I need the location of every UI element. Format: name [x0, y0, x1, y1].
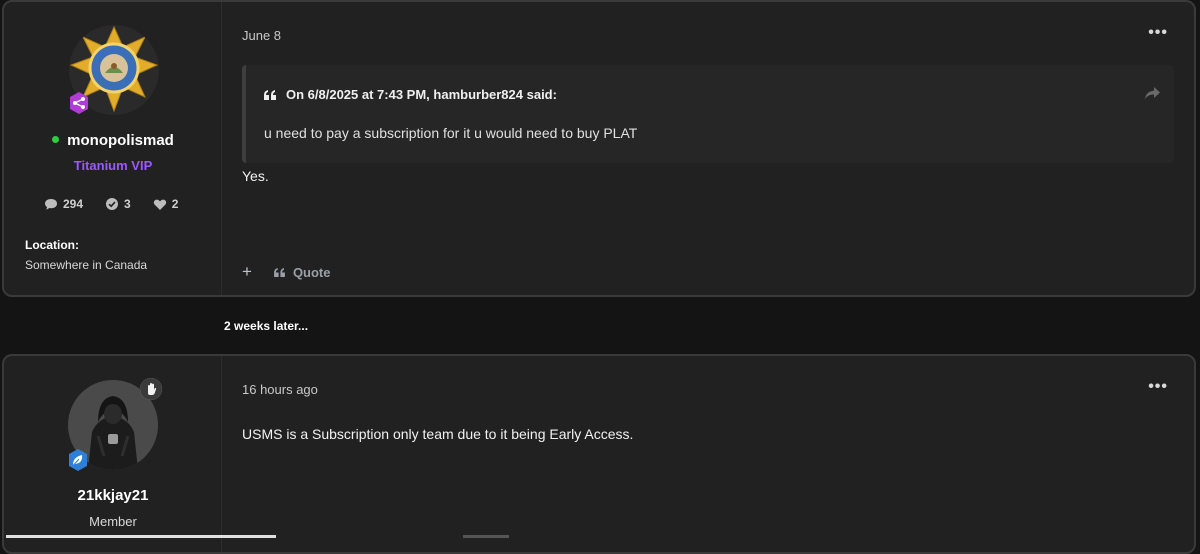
- solutions-count: 3: [124, 197, 131, 211]
- quote-text: u need to pay a subscription for it u wo…: [264, 125, 638, 141]
- posts-count: 294: [63, 197, 84, 211]
- user-title: Member: [89, 514, 137, 529]
- reactions-count: 2: [171, 197, 179, 211]
- add-reaction-button[interactable]: +: [242, 262, 252, 282]
- quote-header: On 6/8/2025 at 7:43 PM, hamburber824 sai…: [264, 87, 557, 102]
- hand-icon: [140, 378, 162, 400]
- posts-stat: 294: [44, 197, 83, 211]
- solutions-stat: 3: [105, 197, 131, 211]
- post-date[interactable]: 16 hours ago: [242, 382, 318, 397]
- post-body: 16 hours ago ••• USMS is a Subscription …: [222, 356, 1194, 552]
- post-date[interactable]: June 8: [242, 28, 281, 43]
- user-stats: 294 3 2: [44, 197, 178, 211]
- post-author-panel: monopolismad Titanium VIP 294 3 2 Locati…: [4, 2, 222, 295]
- post-author-panel: 21kkjay21 Member: [4, 356, 222, 552]
- username-link[interactable]: monopolismad: [67, 132, 174, 149]
- post-content: USMS is a Subscription only team due to …: [242, 426, 634, 442]
- post-1: monopolismad Titanium VIP 294 3 2 Locati…: [2, 0, 1196, 297]
- leaf-icon: [66, 448, 88, 471]
- reactions-stat: 2: [153, 197, 179, 211]
- check-circle-icon: [106, 198, 119, 210]
- quote-icon: [274, 267, 285, 277]
- quote-icon: [264, 89, 276, 100]
- quote-button-label: Quote: [292, 264, 331, 280]
- quote-attribution: On 6/8/2025 at 7:43 PM, hamburber824 sai…: [286, 87, 557, 102]
- quote-block: On 6/8/2025 at 7:43 PM, hamburber824 sai…: [242, 65, 1174, 163]
- user-title: Titanium VIP: [73, 158, 153, 173]
- post-2: 21kkjay21 Member 16 hours ago ••• USMS i…: [2, 354, 1196, 554]
- username-link[interactable]: 21kkjay21: [78, 487, 149, 504]
- online-status-dot: [52, 135, 60, 143]
- post-content: Yes.: [242, 168, 269, 184]
- username[interactable]: monopolismad: [4, 132, 222, 149]
- heart-icon: [153, 199, 166, 210]
- post-actions: + Quote: [242, 262, 331, 282]
- post-body: June 8 ••• On 6/8/2025 at 7:43 PM, hambu…: [222, 2, 1194, 295]
- time-gap-separator: 2 weeks later...: [224, 319, 309, 333]
- post-options-menu[interactable]: •••: [1148, 378, 1168, 396]
- username[interactable]: 21kkjay21: [4, 487, 222, 504]
- location-label: Location:: [25, 238, 79, 252]
- comment-icon: [45, 198, 57, 210]
- location-value: Somewhere in Canada: [25, 258, 148, 272]
- post-options-menu[interactable]: •••: [1148, 24, 1168, 42]
- go-to-quoted-post-icon[interactable]: [1145, 87, 1160, 105]
- quote-button[interactable]: Quote: [274, 265, 331, 280]
- share-nodes-icon: [67, 91, 89, 114]
